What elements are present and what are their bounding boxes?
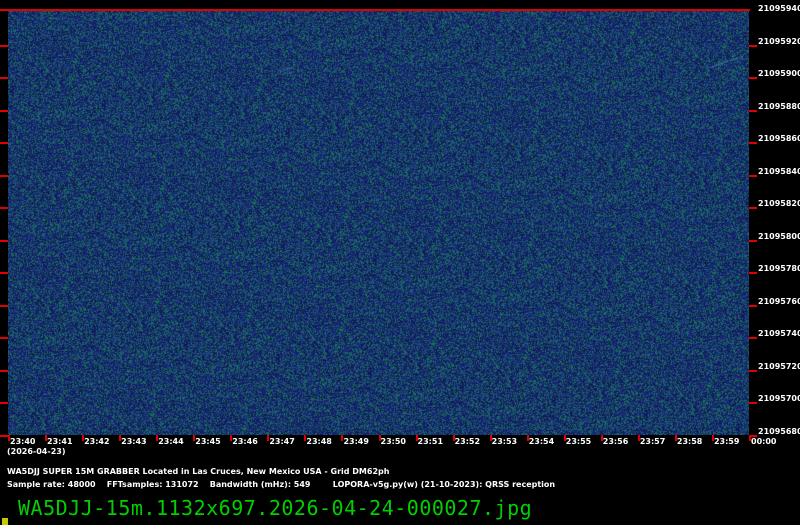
time-label: 23:42 xyxy=(84,437,110,446)
frequency-label: 21095800 xyxy=(758,231,800,241)
frequency-tick xyxy=(0,109,8,112)
frequency-tick xyxy=(0,44,8,47)
time-label: 23:47 xyxy=(269,437,295,446)
waterfall-spectrogram xyxy=(8,10,749,435)
frequency-tick xyxy=(0,434,8,437)
frequency-label: 21095840 xyxy=(758,166,800,176)
time-label: 23:54 xyxy=(528,437,555,446)
time-label: 23:58 xyxy=(676,437,703,446)
date-label: (2026-04-23) xyxy=(7,447,66,456)
corner-marker xyxy=(2,518,8,525)
time-label: 00:00 xyxy=(751,437,777,446)
station-info: WA5DJJ SUPER 15M GRABBER Located in Las … xyxy=(7,467,390,476)
frequency-tick xyxy=(749,272,757,274)
frequency-tick xyxy=(749,142,757,144)
frequency-label: 21095920 xyxy=(758,36,800,46)
software-version: LOPORA-v5g.py(w) (21-10-2023): QRSS rece… xyxy=(332,480,556,489)
time-label: 23:43 xyxy=(121,437,147,446)
frequency-label: 21095680 xyxy=(758,426,800,436)
time-label: 23:46 xyxy=(232,437,258,446)
frequency-label: 21095760 xyxy=(758,296,800,306)
time-label: 23:57 xyxy=(639,437,666,446)
frequency-tick xyxy=(0,272,8,274)
frequency-tick xyxy=(749,77,757,79)
frequency-tick xyxy=(749,239,757,242)
frequency-tick xyxy=(749,109,757,112)
time-label: 23:56 xyxy=(602,437,629,446)
fft-samples: FFTsamples: 131072 xyxy=(106,480,199,489)
time-label: 23:40 xyxy=(10,437,36,446)
frequency-tick xyxy=(749,304,757,307)
frequency-tick xyxy=(0,239,8,242)
time-label: 23:52 xyxy=(454,437,481,446)
frequency-tick xyxy=(0,337,8,339)
frequency-label: 21095780 xyxy=(758,264,800,273)
frequency-tick xyxy=(0,174,8,177)
frequency-tick xyxy=(0,304,8,307)
frequency-tick xyxy=(749,44,757,47)
frequency-label: 21095820 xyxy=(758,199,800,208)
capture-settings: Sample rate: 48000 FFTsamples: 131072 Ba… xyxy=(7,480,555,489)
time-label: 23:55 xyxy=(565,437,592,446)
frequency-tick xyxy=(0,207,8,209)
frequency-label: 21095740 xyxy=(758,329,800,338)
frequency-tick xyxy=(0,142,8,144)
time-label: 23:59 xyxy=(713,437,740,446)
frequency-label: 21095720 xyxy=(758,361,800,371)
filename-caption: WA5DJJ-15m.1132x697.2026-04-24-000027.jp… xyxy=(18,496,533,520)
frequency-label: 21095900 xyxy=(758,69,800,78)
top-frequency-marker xyxy=(0,9,750,11)
time-label: 23:45 xyxy=(195,437,221,446)
sample-rate: Sample rate: 48000 xyxy=(7,480,96,489)
frequency-label: 21095940 xyxy=(758,4,800,13)
time-label: 23:53 xyxy=(491,437,518,446)
time-label: 23:41 xyxy=(47,437,73,446)
time-label: 23:51 xyxy=(417,437,444,446)
frequency-tick xyxy=(0,402,8,404)
time-label: 23:49 xyxy=(343,437,369,446)
frequency-tick xyxy=(749,337,757,339)
bandwidth: Bandwidth (mHz): 549 xyxy=(209,480,311,489)
frequency-tick xyxy=(749,369,757,372)
frequency-tick xyxy=(749,402,757,404)
time-label: 23:48 xyxy=(306,437,332,446)
frequency-label: 21095880 xyxy=(758,101,800,111)
frequency-tick xyxy=(749,207,757,209)
frequency-tick xyxy=(0,369,8,372)
frequency-tick xyxy=(0,77,8,79)
time-label: 23:50 xyxy=(380,437,406,446)
frequency-tick xyxy=(749,174,757,177)
frequency-label: 21095700 xyxy=(758,394,800,403)
frequency-label: 21095860 xyxy=(758,134,800,143)
time-label: 23:44 xyxy=(158,437,184,446)
